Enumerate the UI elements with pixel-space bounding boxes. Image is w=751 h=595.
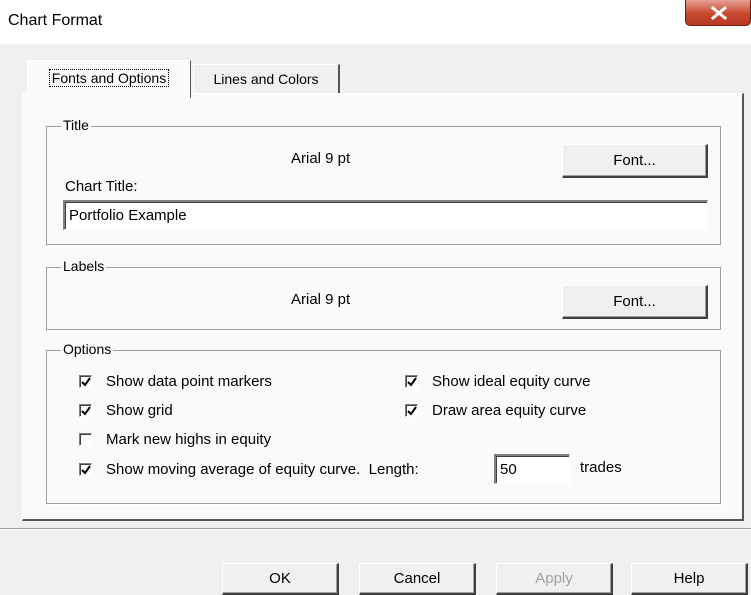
close-button[interactable]	[685, 0, 751, 26]
labels-group: Labels Arial 9 pt Font...	[46, 258, 722, 331]
title-bar: Chart Format	[0, 0, 751, 44]
checkbox-label: Show data point markers	[106, 372, 272, 390]
tab-label: Lines and Colors	[213, 71, 319, 87]
apply-button[interactable]: Apply	[496, 563, 613, 595]
options-group: Options Show data point markers Show ide…	[46, 341, 722, 505]
checkbox-label: Mark new highs in equity	[106, 430, 272, 448]
chart-title-input[interactable]	[63, 200, 708, 230]
checkbox-box	[79, 462, 92, 476]
title-group-label: Title	[61, 117, 91, 133]
moving-average-checkbox[interactable]: Show moving average of equity curve. Len…	[79, 459, 419, 479]
tab-fonts-and-options[interactable]: Fonts and Options	[27, 60, 191, 98]
cancel-button[interactable]: Cancel	[359, 563, 476, 595]
show-data-point-markers-checkbox[interactable]: Show data point markers	[79, 371, 272, 391]
checkbox-box	[79, 403, 92, 417]
tab-lines-and-colors[interactable]: Lines and Colors	[193, 64, 340, 94]
checkbox-box	[79, 432, 92, 446]
checkbox-label: Show grid	[106, 401, 173, 419]
ok-button[interactable]: OK	[222, 563, 339, 595]
draw-area-equity-curve-checkbox[interactable]: Draw area equity curve	[405, 400, 586, 420]
title-group: Title Arial 9 pt Font... Chart Title:	[46, 117, 722, 246]
title-font-button[interactable]: Font...	[562, 144, 708, 178]
tab-label: Fonts and Options	[48, 69, 170, 87]
moving-average-length-input[interactable]	[494, 454, 570, 484]
options-group-label: Options	[61, 341, 114, 357]
checkbox-label: Show moving average of equity curve. Len…	[106, 460, 419, 478]
checkbox-box	[405, 374, 418, 388]
checkbox-box	[405, 403, 418, 417]
checkbox-label: Show ideal equity curve	[432, 372, 591, 390]
show-grid-checkbox[interactable]: Show grid	[79, 400, 173, 420]
show-ideal-equity-curve-checkbox[interactable]: Show ideal equity curve	[405, 371, 590, 391]
moving-average-unit: trades	[580, 459, 622, 476]
chart-title-label: Chart Title:	[65, 178, 138, 195]
help-button[interactable]: Help	[631, 563, 748, 595]
footer-separator	[0, 528, 751, 530]
mark-new-highs-checkbox[interactable]: Mark new highs in equity	[79, 429, 271, 449]
checkbox-label: Draw area equity curve	[432, 401, 587, 419]
labels-font-description: Arial 9 pt	[291, 291, 351, 308]
labels-group-label: Labels	[61, 258, 107, 274]
labels-font-button[interactable]: Font...	[562, 285, 708, 319]
window-title: Chart Format	[8, 12, 103, 29]
title-font-description: Arial 9 pt	[291, 150, 351, 167]
checkbox-box	[79, 374, 92, 388]
